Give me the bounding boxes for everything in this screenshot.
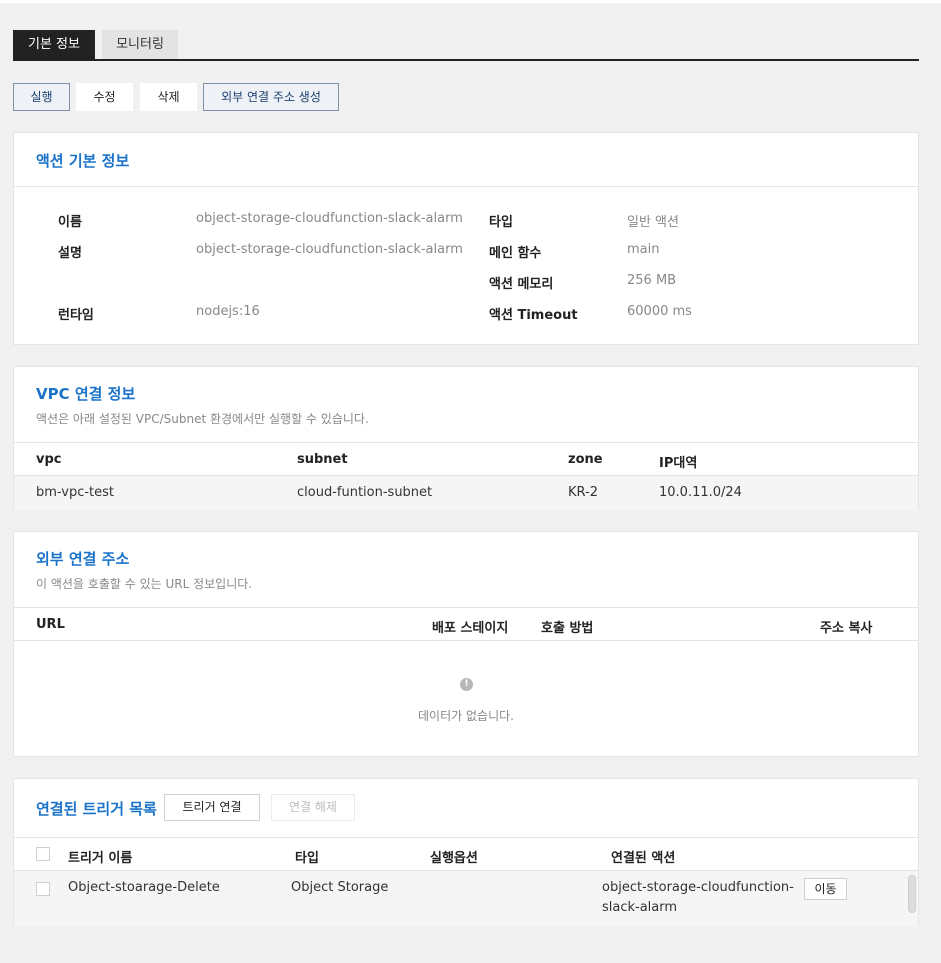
info-icon: ! — [460, 678, 473, 691]
select-all-checkbox[interactable] — [36, 847, 50, 861]
triggers-title: 연결된 트리거 목록 — [36, 800, 157, 818]
zone-cell: KR-2 — [568, 485, 598, 500]
col-ip: IP대역 — [659, 456, 698, 471]
table-row: bm-vpc-test cloud-funtion-subnet KR-2 10… — [14, 476, 918, 510]
row-checkbox[interactable] — [36, 882, 50, 896]
main-function-value: main — [627, 242, 660, 257]
action-info-title: 액션 기본 정보 — [36, 152, 130, 170]
col-copy: 주소 복사 — [820, 621, 873, 636]
external-url-title: 외부 연결 주소 — [36, 550, 130, 568]
action-info-panel: 액션 기본 정보 이름 object-storage-cloudfunction… — [13, 132, 919, 345]
col-method: 호출 방법 — [541, 621, 594, 636]
name-value: object-storage-cloudfunction-slack-alarm — [196, 211, 463, 226]
memory-label: 액션 메모리 — [489, 277, 554, 292]
timeout-value: 60000 ms — [627, 304, 692, 319]
vpc-description: 액션은 아래 설정된 VPC/Subnet 환경에서만 실행할 수 있습니다. — [36, 412, 369, 426]
runtime-value: nodejs:16 — [196, 304, 260, 319]
col-trigger-type: 타입 — [295, 851, 319, 866]
url-table-header: URL 배포 스테이지 호출 방법 주소 복사 — [14, 607, 918, 641]
triggers-panel: 연결된 트리거 목록 트리거 연결 연결 해제 트리거 이름 타입 실행옵션 연… — [13, 778, 919, 926]
scrollbar-thumb[interactable] — [908, 875, 916, 913]
timeout-label: 액션 Timeout — [489, 308, 578, 323]
tab-monitoring[interactable]: 모니터링 — [102, 30, 178, 59]
tab-basic-info[interactable]: 기본 정보 — [13, 30, 95, 59]
vpc-panel: VPC 연결 정보 액션은 아래 설정된 VPC/Subnet 환경에서만 실행… — [13, 366, 919, 510]
edit-button[interactable]: 수정 — [76, 83, 133, 111]
vpc-cell: bm-vpc-test — [36, 485, 115, 500]
external-url-description: 이 액션을 호출할 수 있는 URL 정보입니다. — [36, 577, 253, 591]
trigger-type-cell: Object Storage — [291, 880, 389, 895]
create-external-url-button[interactable]: 외부 연결 주소 생성 — [203, 83, 339, 111]
disconnect-trigger-button[interactable]: 연결 해제 — [271, 794, 355, 821]
type-label: 타입 — [489, 215, 513, 230]
trigger-name-cell: Object-stoarage-Delete — [68, 880, 220, 895]
external-url-panel: 외부 연결 주소 이 액션을 호출할 수 있는 URL 정보입니다. URL 배… — [13, 531, 919, 757]
move-button[interactable]: 이동 — [804, 878, 847, 900]
main-function-label: 메인 함수 — [489, 246, 542, 261]
empty-message: 데이터가 없습니다. — [418, 709, 514, 723]
linked-action-line1: object-storage-cloudfunction- — [602, 880, 794, 895]
trigger-table-header: 트리거 이름 타입 실행옵션 연결된 액션 — [14, 837, 918, 871]
memory-value: 256 MB — [627, 273, 677, 288]
col-subnet: subnet — [297, 452, 348, 467]
col-linked-action: 연결된 액션 — [611, 851, 676, 866]
ip-cell: 10.0.11.0/24 — [659, 485, 742, 500]
col-vpc: vpc — [36, 452, 62, 467]
tab-bar: 기본 정보 모니터링 — [13, 30, 919, 61]
col-trigger-option: 실행옵션 — [430, 851, 478, 866]
runtime-label: 런타임 — [58, 308, 94, 323]
name-label: 이름 — [58, 215, 82, 230]
description-value: object-storage-cloudfunction-slack-alarm — [196, 242, 463, 257]
col-trigger-name: 트리거 이름 — [68, 851, 133, 866]
vpc-title: VPC 연결 정보 — [36, 385, 136, 403]
col-zone: zone — [568, 452, 603, 467]
col-url: URL — [36, 617, 65, 632]
vpc-table-header: vpc subnet zone IP대역 — [14, 442, 918, 476]
run-button[interactable]: 실행 — [13, 83, 70, 111]
top-strip — [0, 0, 941, 3]
linked-action-line2: slack-alarm — [602, 900, 678, 915]
connect-trigger-button[interactable]: 트리거 연결 — [164, 794, 260, 821]
subnet-cell: cloud-funtion-subnet — [297, 485, 433, 500]
type-value: 일반 액션 — [627, 215, 679, 230]
delete-button[interactable]: 삭제 — [140, 83, 197, 111]
table-row: Object-stoarage-Delete Object Storage ob… — [14, 871, 918, 926]
description-label: 설명 — [58, 246, 82, 261]
divider — [14, 186, 918, 187]
col-stage: 배포 스테이지 — [432, 621, 509, 636]
